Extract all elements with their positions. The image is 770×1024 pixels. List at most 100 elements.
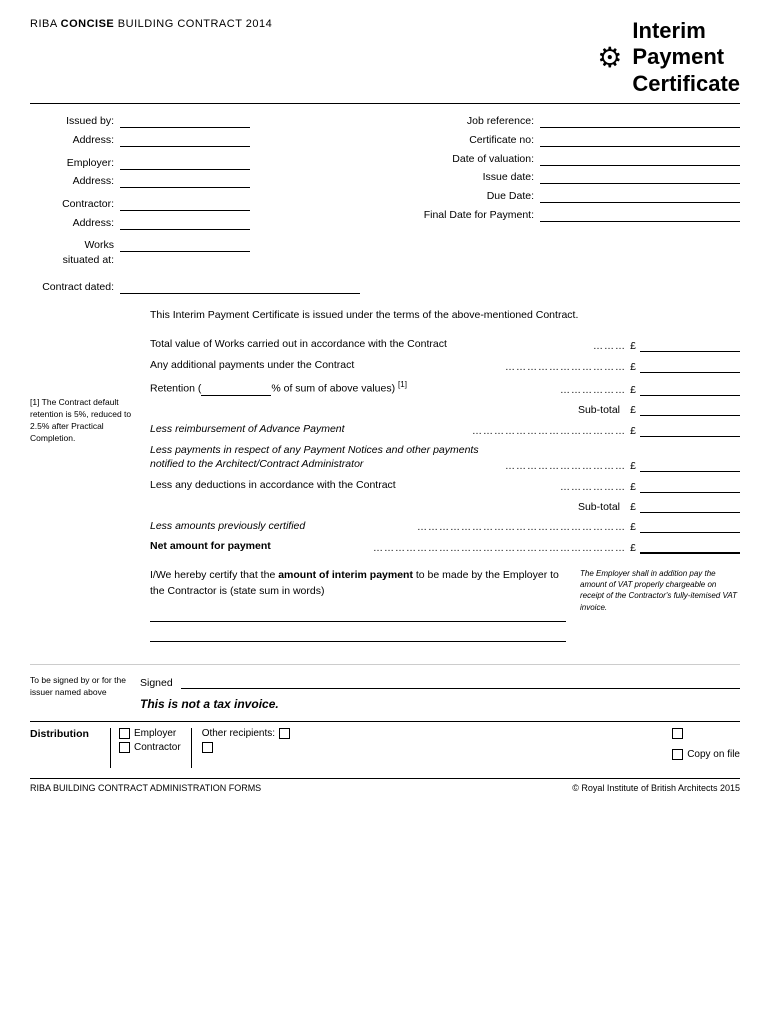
title-line2: Payment <box>632 44 740 70</box>
dist-other-checkbox2[interactable] <box>202 742 213 753</box>
amount-row-2: Any additional payments under the Contra… <box>150 358 740 373</box>
issue-date-label: Issue date: <box>483 170 540 185</box>
amount-line-3[interactable] <box>640 382 740 396</box>
dist-contractor-checkbox[interactable] <box>119 742 130 753</box>
amount-desc-1: Total value of Works carried out in acco… <box>150 337 593 352</box>
amount-row-4: Less reimbursement of Advance Payment ……… <box>150 422 740 437</box>
contract-dated-label: Contract dated: <box>30 281 120 293</box>
amount-desc-2: Any additional payments under the Contra… <box>150 358 505 373</box>
distribution-section: Distribution Employer Contractor Other r… <box>30 721 740 768</box>
job-ref-value[interactable] <box>540 114 740 128</box>
amount-line-net[interactable] <box>640 540 740 554</box>
address2-label: Address: <box>30 174 120 189</box>
signed-note: To be signed by or for the issuer named … <box>30 675 140 699</box>
building-suffix: BUILDING CONTRACT 2014 <box>114 18 272 30</box>
issued-by-label: Issued by: <box>30 114 120 129</box>
issue-date-value[interactable] <box>540 170 740 184</box>
distribution-label: Distribution <box>30 728 110 740</box>
subtotal-label-2: Sub-total <box>578 501 620 513</box>
subtotal-row-1: Sub-total £ <box>150 402 740 416</box>
amount-line-5[interactable] <box>640 458 740 472</box>
dist-contractor-item: Contractor <box>119 742 181 753</box>
right-fields: Job reference: Certificate no: Date of v… <box>250 114 740 272</box>
dist-employer-checkbox[interactable] <box>119 728 130 739</box>
cert-no-value[interactable] <box>540 133 740 147</box>
amount-line-7[interactable] <box>640 519 740 533</box>
footer: RIBA BUILDING CONTRACT ADMINISTRATION FO… <box>30 778 740 793</box>
dots-6: ……………… <box>560 482 626 493</box>
certify-sum-line[interactable] <box>150 608 566 622</box>
dots-net: …………………………………………………………… <box>373 543 626 554</box>
header: RIBA CONCISE BUILDING CONTRACT 2014 ⚙ In… <box>30 18 740 104</box>
issued-by-value[interactable] <box>120 114 250 128</box>
employer-label: Employer: <box>30 156 120 171</box>
contractor-label: Contractor: <box>30 197 120 212</box>
amount-row-6: Less any deductions in accordance with t… <box>150 478 740 493</box>
valuation-date-row: Date of valuation: <box>250 152 740 167</box>
due-date-row: Due Date: <box>250 189 740 204</box>
contract-dated-value[interactable] <box>120 280 360 294</box>
dist-copy-label: Copy on file <box>687 749 740 760</box>
address2-value[interactable] <box>120 174 250 188</box>
currency-3: £ <box>626 384 640 396</box>
currency-5: £ <box>626 460 640 472</box>
certify-note: The Employer shall in addition pay the a… <box>580 568 740 613</box>
dist-employer-item: Employer <box>119 728 181 739</box>
dots-5: …………………………… <box>505 461 626 472</box>
due-date-value[interactable] <box>540 189 740 203</box>
certify-section: I/We hereby certify that the amount of i… <box>150 568 740 648</box>
concise-text: CONCISE <box>61 18 115 30</box>
amount-line-sub2[interactable] <box>640 499 740 513</box>
job-ref-row: Job reference: <box>250 114 740 129</box>
signed-line[interactable] <box>181 675 740 689</box>
dist-copy-checkbox[interactable] <box>672 749 683 760</box>
dots-2: …………………………… <box>505 362 626 373</box>
certify-bold: amount of interim payment <box>278 569 413 581</box>
header-right: ⚙ Interim Payment Certificate <box>597 18 740 97</box>
address3-label: Address: <box>30 216 120 231</box>
footer-right: © Royal Institute of British Architects … <box>572 783 740 793</box>
final-date-value[interactable] <box>540 208 740 222</box>
header-left: RIBA CONCISE BUILDING CONTRACT 2014 <box>30 18 272 30</box>
currency-sub2: £ <box>626 501 640 513</box>
address1-label: Address: <box>30 133 120 148</box>
certify-text: I/We hereby certify that the amount of i… <box>150 568 566 600</box>
dots-1: ……… <box>593 341 626 352</box>
dots-7: ………………………………………………… <box>417 522 626 533</box>
amount-line-6[interactable] <box>640 479 740 493</box>
currency-6: £ <box>626 481 640 493</box>
address1-value[interactable] <box>120 133 250 147</box>
due-date-label: Due Date: <box>487 189 540 204</box>
dist-employer-label: Employer <box>134 728 176 739</box>
distribution-content: Employer Contractor Other recipients: <box>110 728 740 768</box>
employer-row: Employer: <box>30 156 250 171</box>
amount-row-1: Total value of Works carried out in acco… <box>150 337 740 352</box>
employer-value[interactable] <box>120 156 250 170</box>
dist-other-label: Other recipients: <box>202 728 275 739</box>
amount-line-1[interactable] <box>640 338 740 352</box>
address3-row: Address: <box>30 216 250 231</box>
riba-logo-icon: ⚙ <box>597 44 622 72</box>
address3-value[interactable] <box>120 216 250 230</box>
final-date-row: Final Date for Payment: <box>250 208 740 223</box>
intro-text: This Interim Payment Certificate is issu… <box>150 308 740 324</box>
currency-1: £ <box>626 340 640 352</box>
dots-3: ……………… <box>560 385 626 396</box>
certify-prefix: I/We hereby certify that the <box>150 569 278 581</box>
amount-line-4[interactable] <box>640 423 740 437</box>
works-value[interactable] <box>120 238 250 252</box>
certify-sum-line2[interactable] <box>150 628 566 642</box>
amount-line-sub1[interactable] <box>640 402 740 416</box>
issue-date-row: Issue date: <box>250 170 740 185</box>
footer-left: RIBA BUILDING CONTRACT ADMINISTRATION FO… <box>30 783 261 793</box>
left-fields: Issued by: Address: Employer: Address: C… <box>30 114 250 272</box>
dist-contractor-label: Contractor <box>134 742 181 753</box>
signed-right: Signed This is not a tax invoice. <box>140 675 740 711</box>
issued-by-row: Issued by: <box>30 114 250 129</box>
dist-other-checkbox1[interactable] <box>279 728 290 739</box>
valuation-date-value[interactable] <box>540 152 740 166</box>
currency-2: £ <box>626 361 640 373</box>
contractor-value[interactable] <box>120 197 250 211</box>
amount-line-2[interactable] <box>640 359 740 373</box>
dist-extra-checkbox1[interactable] <box>672 728 683 739</box>
